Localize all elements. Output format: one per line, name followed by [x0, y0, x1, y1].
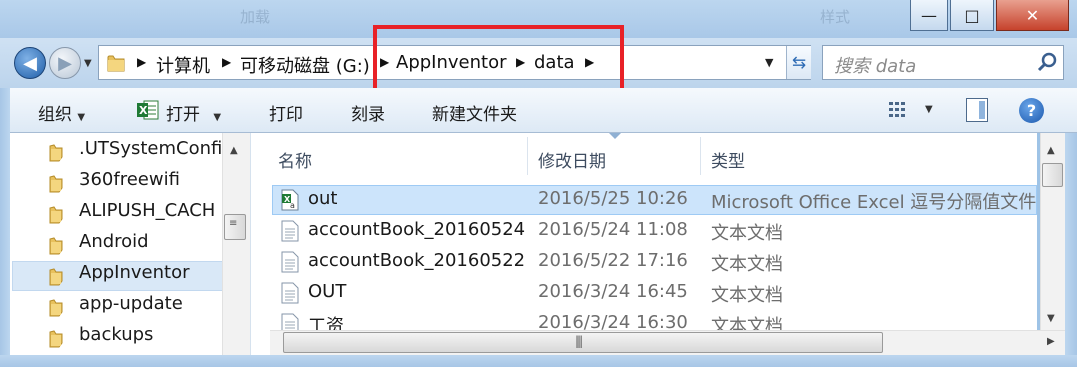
nav-scrollbar[interactable] — [222, 133, 250, 355]
text-file-icon — [281, 251, 299, 273]
preview-pane-icon[interactable] — [966, 98, 988, 122]
recent-pages-dropdown[interactable]: ▼ — [84, 58, 92, 69]
folder-icon — [49, 268, 63, 286]
file-date-cell: 2016/5/25 10:26 — [538, 188, 688, 209]
file-name-cell: out — [308, 188, 338, 209]
file-date-cell: 2016/5/24 11:08 — [538, 219, 688, 240]
nav-item-label: AppInventor — [79, 262, 190, 283]
print-button[interactable]: 打印 — [269, 100, 303, 125]
view-options-icon[interactable] — [888, 100, 910, 120]
pane-splitter[interactable] — [250, 133, 270, 355]
minimize-button[interactable]: — — [910, 0, 948, 31]
folder-icon — [49, 206, 63, 224]
scroll-up-icon[interactable]: ▲ — [1047, 145, 1055, 156]
window-frame-right — [1065, 133, 1077, 355]
search-placeholder: 搜索 data — [834, 56, 917, 77]
column-divider[interactable] — [527, 137, 528, 175]
csv-icon: Xa — [281, 189, 299, 211]
file-name-cell: OUT — [308, 281, 347, 302]
folder-icon — [107, 55, 125, 72]
column-divider[interactable] — [700, 137, 701, 175]
chevron-down-icon: ▼ — [77, 112, 86, 123]
folder-icon — [49, 237, 63, 255]
close-button[interactable]: ✕ — [996, 0, 1069, 31]
file-type-cell: 文本文档 — [711, 223, 783, 244]
status-strip — [0, 355, 1077, 367]
chevron-down-icon: ▼ — [213, 112, 222, 123]
organize-menu[interactable]: 组织 ▼ — [38, 100, 85, 125]
refresh-icon: ⇆ — [791, 52, 807, 73]
nav-item-label: Android — [79, 231, 149, 252]
scroll-up-icon[interactable]: ▲ — [230, 145, 238, 156]
folder-icon — [49, 175, 63, 193]
ghost-title-right: 样式 — [820, 8, 851, 26]
nav-item-label: backups — [79, 324, 154, 345]
nav-item-label: app-update — [79, 293, 183, 314]
column-header-type[interactable]: 类型 — [711, 147, 745, 172]
text-file-icon — [281, 220, 299, 242]
file-name-cell: accountBook_20160522 — [308, 250, 526, 271]
nav-item-label: .UTSystemConfi — [79, 138, 223, 159]
address-dropdown[interactable]: ▼ — [765, 56, 773, 69]
folder-icon — [49, 330, 63, 348]
vertical-scroll-thumb[interactable] — [1042, 163, 1063, 187]
file-date-cell: 2016/3/24 16:45 — [538, 281, 688, 302]
search-icon[interactable] — [1036, 51, 1058, 73]
breadcrumb-separator[interactable]: ▶ — [137, 55, 146, 69]
refresh-button[interactable]: ⇆ — [786, 46, 811, 79]
nav-item-label: ALIPUSH_CACH — [79, 200, 216, 221]
horizontal-scroll-thumb[interactable] — [283, 332, 883, 353]
column-header-name[interactable]: 名称 — [278, 147, 312, 172]
open-button[interactable]: 打开 ▼ — [166, 100, 221, 125]
forward-arrow-icon: ▶ — [58, 52, 72, 74]
organize-label: 组织 — [38, 105, 72, 125]
svg-text:a: a — [290, 201, 295, 210]
maximize-button[interactable]: □ — [950, 0, 994, 31]
nav-item-label: 360freewifi — [79, 169, 180, 190]
grip-icon: ||| — [575, 334, 583, 348]
file-name-cell: accountBook_20160524 — [308, 219, 526, 240]
scroll-down-icon[interactable]: ▼ — [1047, 313, 1055, 324]
back-button[interactable]: ◀ — [14, 47, 46, 79]
breadcrumb-drive[interactable]: 可移动磁盘 (G:) — [240, 52, 370, 78]
scroll-right-icon[interactable]: ▶ — [1047, 336, 1055, 347]
sort-indicator-icon — [609, 133, 621, 139]
back-arrow-icon: ◀ — [23, 52, 37, 74]
folder-icon — [49, 144, 63, 162]
file-type-cell: 文本文档 — [711, 285, 783, 306]
text-file-icon — [281, 282, 299, 304]
folder-icon — [49, 299, 63, 317]
open-label: 打开 — [166, 105, 200, 125]
file-type-cell: 文本文档 — [711, 254, 783, 275]
ghost-title-left: 加载 — [240, 8, 271, 26]
column-header-modified[interactable]: 修改日期 — [538, 147, 606, 172]
window-frame-left — [0, 88, 10, 367]
breadcrumb-computer[interactable]: 计算机 — [156, 52, 210, 78]
help-icon[interactable]: ? — [1019, 98, 1044, 123]
excel-icon: X — [137, 100, 159, 120]
new-folder-button[interactable]: 新建文件夹 — [432, 100, 517, 125]
chevron-down-icon[interactable]: ▼ — [925, 104, 933, 115]
grip-icon: ≡ — [229, 218, 238, 229]
svg-text:X: X — [139, 104, 148, 117]
breadcrumb-separator[interactable]: ▶ — [222, 55, 231, 69]
burn-button[interactable]: 刻录 — [351, 100, 385, 125]
file-date-cell: 2016/5/22 17:16 — [538, 250, 688, 271]
forward-button[interactable]: ▶ — [49, 47, 81, 79]
file-type-cell: Microsoft Office Excel 逗号分隔值文件 — [711, 192, 1037, 213]
